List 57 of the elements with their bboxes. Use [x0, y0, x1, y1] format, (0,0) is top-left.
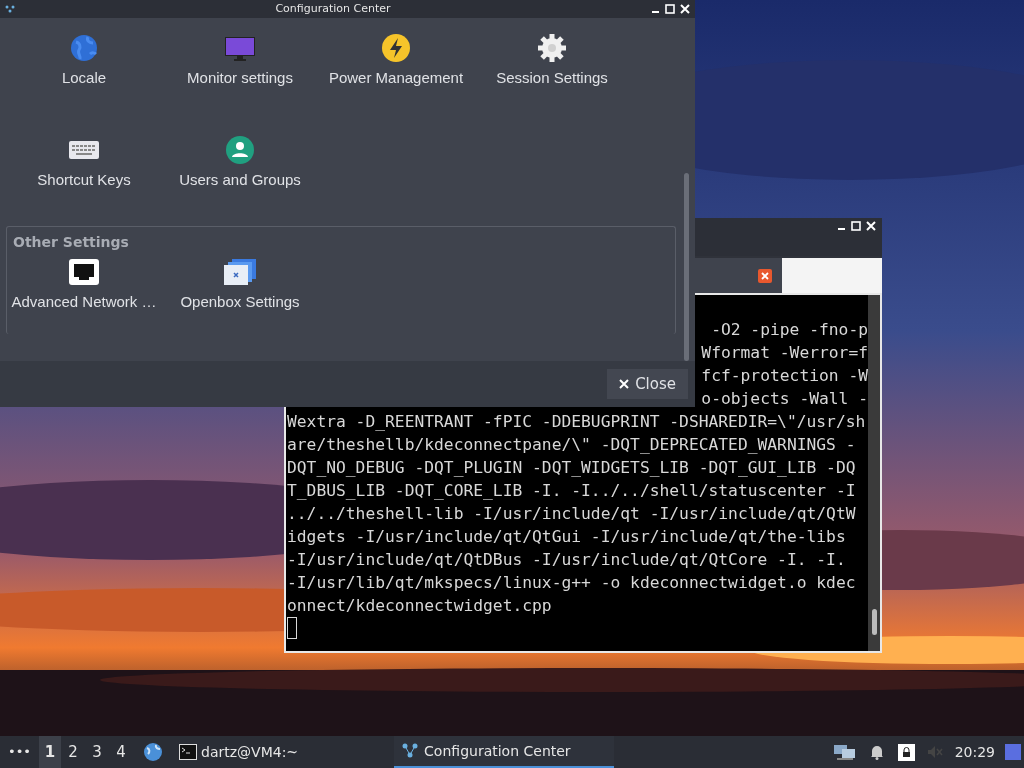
- settings-item[interactable]: Power Management: [318, 28, 474, 110]
- workspace-button[interactable]: 1: [39, 736, 61, 768]
- app-icon: [5, 5, 15, 13]
- terminal-line: onnect/kdeconnectwidget.cpp: [287, 595, 552, 617]
- terminal-line: -I/usr/lib/qt/mkspecs/linux-g++ -o kdeconnectwidget.o kdec: [287, 572, 856, 594]
- terminal-line: -I/usr/include/qt/QtDBus -I/usr/include/qt/QtCore -I. -I.: [287, 549, 846, 571]
- terminal-line: fcf-protection -W: [701, 365, 868, 387]
- settings-item[interactable]: Session Settings: [474, 28, 630, 110]
- keyboard-icon: [69, 140, 99, 160]
- menu-button[interactable]: •••: [0, 742, 39, 762]
- close-icon[interactable]: [758, 268, 772, 283]
- monitor-icon: [224, 34, 256, 62]
- terminal-line: ../../theshell-lib -I/usr/include/qt -I/usr/include/qt/QtW: [287, 503, 856, 525]
- gear-icon: [537, 33, 567, 63]
- network-port-icon: [69, 259, 99, 285]
- scrollbar-thumb[interactable]: [871, 609, 877, 635]
- maximize-icon[interactable]: [851, 221, 861, 231]
- bell-icon[interactable]: [869, 744, 884, 760]
- user-icon: [225, 135, 255, 165]
- close-icon: [619, 379, 630, 389]
- terminal-line: Wformat -Werror=f: [701, 342, 868, 364]
- scrollbar[interactable]: [868, 295, 880, 651]
- terminal-line: T_DBUS_LIB -DQT_CORE_LIB -I. -I../../shell/statuscenter -I: [287, 480, 856, 502]
- close-button[interactable]: Close: [607, 369, 688, 399]
- settings-item[interactable]: Locale: [6, 28, 162, 110]
- terminal-line: DQT_NO_DEBUG -DQT_PLUGIN -DQT_WIDGETS_LIB -DQT_GUI_LIB -DQ: [287, 457, 856, 479]
- close-icon[interactable]: [866, 221, 876, 231]
- terminal-line: idgets -I/usr/include/qt/QtGui -I/usr/include/qt/the-libs: [287, 526, 846, 548]
- settings-item[interactable]: Advanced Network …: [6, 252, 162, 334]
- lightning-bolt-icon: [381, 33, 411, 63]
- terminal-line: o-objects -Wall -: [701, 388, 868, 410]
- settings-item[interactable]: Users and Groups: [162, 130, 318, 212]
- globe-icon[interactable]: [143, 742, 163, 762]
- scrollbar-thumb[interactable]: [684, 173, 689, 361]
- section-title: Other Settings: [12, 233, 130, 251]
- workspace-button[interactable]: 4: [109, 736, 133, 768]
- task-button[interactable]: dartz@VM4:~: [177, 736, 301, 768]
- settings-item[interactable]: Monitor settings: [162, 28, 318, 110]
- windows-icon: [224, 259, 256, 285]
- terminal-line: Wextra -D_REENTRANT -fPIC -DDEBUGPRINT -DSHAREDIR=\"/usr/sh: [287, 411, 866, 433]
- terminal-line: -O2 -pipe -fno-p: [711, 319, 868, 341]
- workspace-button[interactable]: 3: [85, 736, 109, 768]
- globe-icon: [70, 34, 98, 62]
- terminal-icon: [179, 744, 197, 760]
- network-icon[interactable]: [833, 743, 856, 761]
- settings-item[interactable]: Openbox Settings: [162, 252, 318, 334]
- settings-item[interactable]: Shortcut Keys: [6, 130, 162, 212]
- workspace-button[interactable]: 2: [61, 736, 85, 768]
- app-icon: [402, 743, 419, 759]
- lock-icon[interactable]: [897, 743, 915, 761]
- cursor: [287, 617, 297, 639]
- task-button[interactable]: Configuration Center: [394, 736, 615, 768]
- clock[interactable]: 20:29: [954, 741, 995, 763]
- window-title: Configuration Center: [274, 0, 392, 17]
- close-icon[interactable]: [680, 4, 690, 14]
- terminal-line: are/theshellb/kdeconnectpane/\" -DQT_DEPRECATED_WARNINGS -: [287, 434, 856, 456]
- maximize-icon[interactable]: [665, 4, 675, 14]
